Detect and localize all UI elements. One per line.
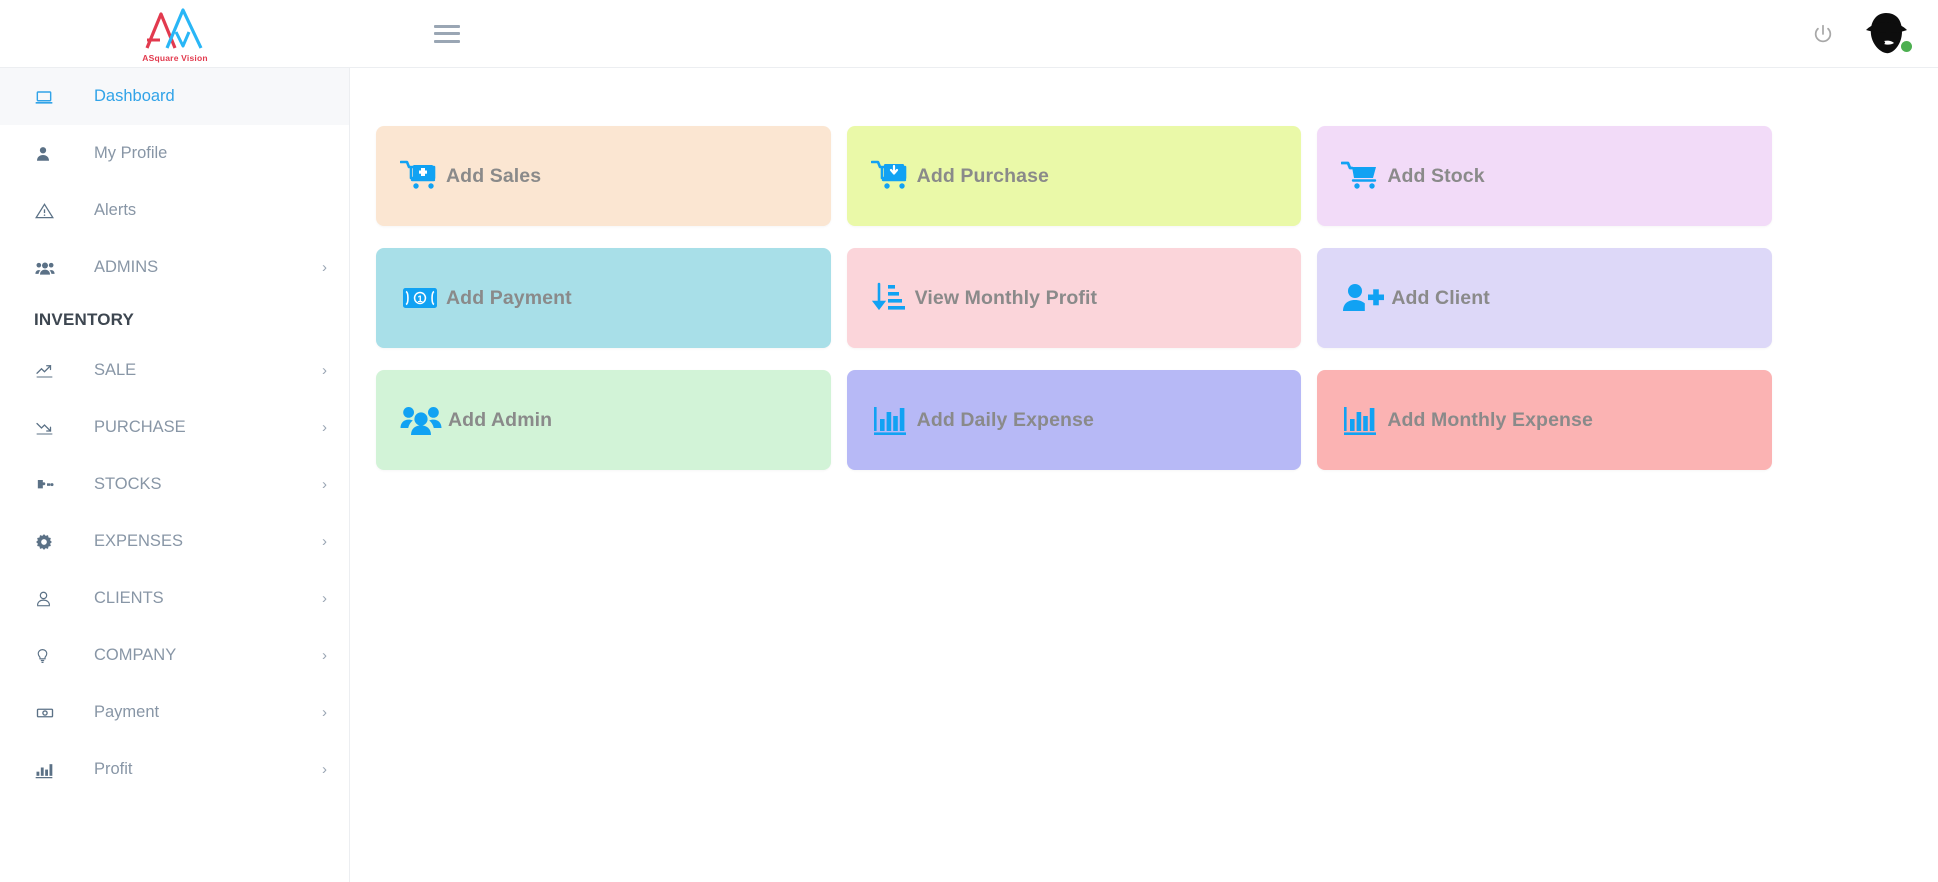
chevron-right-icon: › bbox=[322, 259, 327, 276]
sort-descending-icon bbox=[871, 281, 909, 315]
user-icon bbox=[34, 144, 60, 164]
sidebar: Dashboard My Profile Alerts ADMINS › INV… bbox=[0, 68, 350, 882]
card-add-stock[interactable]: Add Stock bbox=[1317, 126, 1772, 226]
topbar-actions bbox=[1810, 6, 1938, 62]
chevron-right-icon: › bbox=[322, 761, 327, 778]
sidebar-item-sale[interactable]: SALE › bbox=[0, 342, 349, 399]
body-row: Dashboard My Profile Alerts ADMINS › INV… bbox=[0, 68, 1938, 882]
card-label: View Monthly Profit bbox=[914, 286, 1098, 309]
avatar[interactable] bbox=[1858, 6, 1914, 62]
power-icon bbox=[1814, 24, 1832, 42]
brand-name: ASquare Vision bbox=[142, 52, 208, 63]
card-label: Add Purchase bbox=[916, 164, 1049, 187]
sidebar-item-clients[interactable]: CLIENTS › bbox=[0, 570, 349, 627]
sidebar-item-expenses[interactable]: EXPENSES › bbox=[0, 513, 349, 570]
chevron-right-icon: › bbox=[322, 476, 327, 493]
card-view-monthly-profit[interactable]: View Monthly Profit bbox=[846, 248, 1302, 348]
chevron-right-icon: › bbox=[322, 590, 327, 607]
logout-button[interactable] bbox=[1810, 21, 1836, 47]
hamburger-bar-1 bbox=[434, 24, 460, 28]
bar-chart-icon bbox=[1341, 403, 1381, 437]
sidebar-section-heading: INVENTORY bbox=[34, 310, 135, 329]
online-status-dot bbox=[1901, 40, 1912, 52]
chevron-right-icon: › bbox=[322, 362, 327, 379]
laptop-icon bbox=[34, 87, 60, 107]
svg-text:1: 1 bbox=[417, 294, 423, 305]
warning-triangle-icon bbox=[34, 201, 60, 221]
card-label: Add Monthly Expense bbox=[1387, 408, 1593, 431]
hamburger-bar-2 bbox=[434, 32, 460, 35]
trend-down-icon bbox=[34, 419, 60, 437]
sidebar-item-dashboard[interactable]: Dashboard bbox=[0, 68, 349, 125]
menu-toggle-button[interactable] bbox=[434, 23, 460, 45]
bar-chart-icon bbox=[871, 403, 911, 437]
sidebar-item-profit[interactable]: Profit › bbox=[0, 741, 349, 798]
gear-icon bbox=[34, 532, 60, 552]
bar-chart-icon bbox=[34, 760, 60, 780]
chevron-right-icon: › bbox=[322, 704, 327, 721]
chevron-right-icon: › bbox=[322, 419, 327, 436]
chevron-right-icon: › bbox=[322, 647, 327, 664]
sidebar-label: ADMINS bbox=[94, 258, 159, 276]
sidebar-label: SALE bbox=[94, 361, 137, 379]
banknote-icon: 1 bbox=[400, 284, 440, 312]
card-add-purchase[interactable]: Add Purchase bbox=[846, 126, 1302, 226]
users-group-icon bbox=[34, 258, 60, 278]
sidebar-label: COMPANY bbox=[94, 646, 177, 664]
app-root: ASquare Vision Dashboard My Profile Aler… bbox=[0, 0, 1938, 882]
card-label: Add Daily Expense bbox=[916, 408, 1094, 431]
sidebar-label: STOCKS bbox=[94, 475, 162, 493]
lightbulb-icon bbox=[34, 646, 60, 666]
avatar-icon bbox=[1866, 12, 1907, 53]
sidebar-item-alerts[interactable]: Alerts bbox=[0, 182, 349, 239]
card-label: Add Stock bbox=[1387, 164, 1485, 187]
sidebar-label: CLIENTS bbox=[94, 589, 164, 607]
sidebar-item-admins[interactable]: ADMINS › bbox=[0, 239, 349, 296]
card-add-client[interactable]: Add Client bbox=[1317, 248, 1772, 348]
person-outline-icon bbox=[34, 589, 60, 609]
users-group-icon bbox=[400, 404, 442, 436]
card-add-admin[interactable]: Add Admin bbox=[376, 370, 831, 470]
brand-logo[interactable]: ASquare Vision bbox=[0, 0, 350, 68]
card-add-monthly-expense[interactable]: Add Monthly Expense bbox=[1317, 370, 1772, 470]
logo-mark: ASquare Vision bbox=[139, 6, 211, 63]
sidebar-label: Dashboard bbox=[94, 87, 175, 105]
chevron-right-icon: › bbox=[322, 533, 327, 550]
sidebar-label: EXPENSES bbox=[94, 532, 183, 550]
main-content: Add Sales Add Purchase Add Stock 1 Add P… bbox=[350, 68, 1938, 882]
sidebar-label: Payment bbox=[94, 703, 160, 721]
hamburger-bar-3 bbox=[434, 39, 460, 43]
card-label: Add Admin bbox=[448, 408, 553, 431]
sidebar-item-payment[interactable]: Payment › bbox=[0, 684, 349, 741]
sidebar-item-company[interactable]: COMPANY › bbox=[0, 627, 349, 684]
sidebar-label: My Profile bbox=[94, 144, 168, 162]
card-add-sales[interactable]: Add Sales bbox=[376, 126, 831, 226]
card-add-payment[interactable]: 1 Add Payment bbox=[376, 248, 831, 348]
cart-download-icon bbox=[870, 159, 911, 193]
card-label: Add Sales bbox=[446, 164, 542, 187]
banknote-icon bbox=[34, 704, 60, 722]
sidebar-label: PURCHASE bbox=[94, 418, 186, 436]
sidebar-label: Alerts bbox=[94, 201, 137, 219]
puzzle-icon bbox=[34, 475, 60, 495]
sidebar-item-stocks[interactable]: STOCKS › bbox=[0, 456, 349, 513]
sidebar-item-purchase[interactable]: PURCHASE › bbox=[0, 399, 349, 456]
user-plus-icon bbox=[1341, 282, 1385, 314]
card-label: Add Client bbox=[1391, 286, 1490, 309]
trend-up-icon bbox=[34, 362, 60, 380]
card-label: Add Payment bbox=[446, 286, 572, 309]
sidebar-item-my-profile[interactable]: My Profile bbox=[0, 125, 349, 182]
card-add-daily-expense[interactable]: Add Daily Expense bbox=[846, 370, 1302, 470]
cart-plus-icon bbox=[400, 159, 440, 193]
cart-icon bbox=[1341, 159, 1381, 193]
asquare-vision-logo-icon bbox=[145, 7, 203, 49]
sidebar-label: Profit bbox=[94, 760, 133, 778]
top-bar: ASquare Vision bbox=[0, 0, 1938, 68]
dashboard-card-grid: Add Sales Add Purchase Add Stock 1 Add P… bbox=[376, 126, 1772, 470]
